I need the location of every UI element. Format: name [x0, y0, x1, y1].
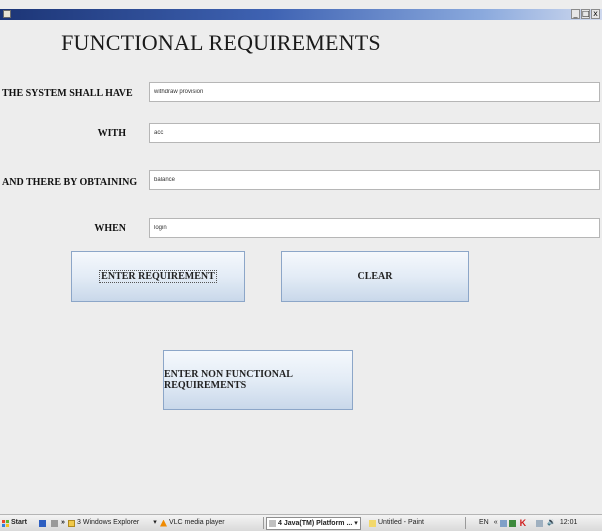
obtaining-label: AND THERE BY OBTAINING [2, 177, 138, 188]
chevron-down-icon: ▾ [354, 519, 358, 527]
quicklaunch-icon[interactable] [51, 519, 58, 527]
clear-label: CLEAR [357, 271, 393, 282]
quicklaunch-icon[interactable] [39, 519, 46, 527]
with-label: WITH [97, 128, 126, 139]
when-field[interactable] [149, 218, 600, 238]
system-field[interactable] [149, 82, 600, 102]
app-icon[interactable] [3, 10, 11, 18]
kaspersky-icon[interactable]: K [520, 517, 527, 529]
enter-requirement-label: ENTER REQUIREMENT [99, 270, 217, 283]
volume-icon[interactable]: 🔉 [547, 517, 556, 529]
minimize-button[interactable]: _ [571, 9, 580, 19]
taskbar-item-paint[interactable]: Untitled - Paint [369, 517, 424, 529]
folder-icon [68, 519, 75, 527]
enter-non-functional-button[interactable]: ENTER NON FUNCTIONAL REQUIREMENTS [163, 350, 353, 410]
window-titlebar[interactable]: _ □ x [0, 9, 602, 20]
quicklaunch [39, 517, 58, 529]
page-title: FUNCTIONAL REQUIREMENTS [61, 30, 381, 55]
system-label: THE SYSTEM SHALL HAVE [2, 88, 133, 99]
vlc-icon [160, 519, 167, 527]
taskbar-vlc-label: VLC media player [169, 519, 225, 526]
tray-arrow[interactable]: « [494, 517, 498, 529]
network-icon[interactable] [536, 519, 544, 527]
network-icon[interactable] [499, 519, 507, 527]
start-icon [2, 519, 9, 527]
close-button[interactable]: x [591, 9, 600, 19]
obtaining-field[interactable] [149, 170, 600, 190]
enter-non-functional-label: ENTER NON FUNCTIONAL REQUIREMENTS [164, 369, 293, 391]
paint-icon [369, 519, 376, 527]
taskbar: Start » 3 Windows Explorer ▾ VLC media p… [0, 514, 602, 531]
shield-icon[interactable] [508, 519, 516, 527]
with-field[interactable] [149, 123, 600, 143]
clear-button[interactable]: CLEAR [281, 251, 469, 302]
when-label: WHEN [94, 223, 126, 234]
java-icon [269, 520, 276, 527]
start-label: Start [11, 519, 27, 526]
taskbar-item-vlc[interactable]: VLC media player [160, 517, 225, 529]
taskbar-explorer-label: 3 Windows Explorer [77, 519, 140, 526]
taskbar-paint-label: Untitled - Paint [378, 519, 424, 526]
taskbar-item-java[interactable]: 4 Java(TM) Platform ... ▾ [266, 517, 361, 530]
quicklaunch-chevron[interactable]: » [61, 517, 65, 529]
taskbar-java-label: 4 Java(TM) Platform ... [278, 519, 353, 527]
window-controls: _ □ x [571, 9, 600, 20]
maximize-button[interactable]: □ [581, 9, 590, 19]
chevron-down-icon: ▾ [153, 519, 157, 526]
start-button[interactable]: Start [2, 517, 27, 529]
enter-requirement-button[interactable]: ENTER REQUIREMENT [71, 251, 245, 302]
system-tray: EN « K 🔉 12:01 [479, 517, 577, 529]
taskbar-item-explorer[interactable]: 3 Windows Explorer ▾ [68, 517, 157, 529]
language-indicator[interactable]: EN [479, 517, 489, 529]
clock[interactable]: 12:01 [560, 517, 578, 529]
page-title-container: FUNCTIONAL REQUIREMENTS [0, 30, 602, 56]
